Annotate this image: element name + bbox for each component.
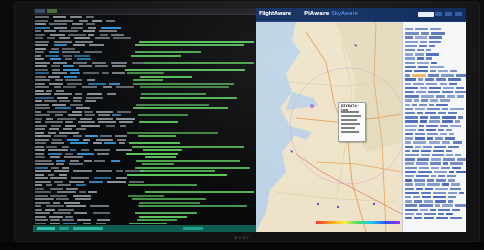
altitude-scale (316, 221, 400, 224)
aircraft-list-row[interactable] (405, 74, 466, 77)
aircraft-list-row[interactable] (405, 200, 465, 203)
flightaware-logo[interactable]: FlightAware (259, 11, 291, 17)
aircraft-list-row[interactable] (405, 162, 465, 165)
aircraft-list-row[interactable] (405, 99, 465, 102)
brand-sub: SkyAware (331, 11, 359, 17)
terminal-status-bar (33, 225, 256, 232)
terminal-tab[interactable] (35, 9, 45, 13)
aircraft-list-row[interactable] (405, 133, 465, 136)
aircraft-list-row[interactable] (405, 191, 465, 195)
aircraft-list-row[interactable] (405, 44, 465, 48)
brand-name: PiAware (304, 11, 330, 17)
monitor-brand-logo: acer (234, 235, 251, 241)
aircraft-list-row[interactable] (405, 204, 466, 207)
aircraft-list-row[interactable] (405, 91, 466, 94)
aircraft-list-row[interactable] (405, 82, 465, 86)
aircraft-list-row[interactable] (405, 53, 465, 56)
aircraft-list-row[interactable] (405, 137, 465, 140)
aircraft-list-row[interactable] (405, 154, 465, 157)
aircraft-list-row[interactable] (405, 175, 465, 178)
aircraft-list-row[interactable] (405, 120, 465, 123)
aircraft-list-row[interactable] (405, 61, 465, 65)
nav-button[interactable] (455, 12, 462, 16)
nav-button[interactable] (435, 12, 442, 16)
aircraft-list-row[interactable] (405, 116, 465, 119)
aircraft-list-row[interactable] (405, 217, 465, 220)
aircraft-list-row[interactable] (405, 107, 465, 111)
aircraft-list-row[interactable] (405, 170, 466, 174)
header-badge[interactable] (418, 12, 434, 17)
aircraft-list-row[interactable] (405, 86, 465, 90)
aircraft-list-row[interactable] (405, 40, 465, 44)
aircraft-list-row[interactable] (405, 36, 465, 39)
aircraft-list-row[interactable] (405, 78, 465, 81)
aircraft-list-row[interactable] (405, 158, 466, 161)
aircraft-popup[interactable]: EZY8474 - Low (338, 102, 366, 142)
aircraft-list-row[interactable] (405, 149, 465, 153)
aircraft-list-row[interactable] (405, 103, 465, 107)
desk-edge (0, 242, 484, 250)
aircraft-list-row[interactable] (405, 32, 465, 35)
terminal-tab[interactable] (47, 9, 57, 13)
flightaware-window[interactable]: FlightAware PiAware SkyAware EZY8474 - L… (256, 8, 466, 232)
aircraft-list-row[interactable] (405, 28, 465, 31)
header-nav (435, 12, 462, 16)
aircraft-list-row[interactable] (405, 183, 465, 186)
piaware-brand: PiAware SkyAware (304, 11, 358, 17)
monitor-screen: FlightAware PiAware SkyAware EZY8474 - L… (33, 8, 466, 232)
aircraft-list-row[interactable] (405, 208, 465, 212)
aircraft-list-row[interactable] (405, 49, 465, 52)
aircraft-list-row[interactable] (405, 212, 465, 216)
nav-button[interactable] (445, 12, 452, 16)
map-drawing (256, 22, 402, 232)
terminal-titlebar (33, 8, 256, 15)
flight-map[interactable]: EZY8474 - Low (256, 22, 402, 232)
aircraft-list-row[interactable] (405, 145, 465, 149)
aircraft-list-row[interactable] (405, 128, 465, 132)
aircraft-list-row[interactable] (405, 187, 465, 191)
aircraft-list-row[interactable] (405, 57, 465, 60)
aircraft-list-panel[interactable] (402, 22, 466, 232)
aircraft-list-row[interactable] (405, 112, 465, 115)
terminal-output (35, 16, 254, 224)
aircraft-list-row[interactable] (405, 124, 465, 128)
aircraft-list-row[interactable] (405, 196, 465, 199)
aircraft-list-row[interactable] (405, 95, 465, 98)
aircraft-list-row[interactable] (405, 65, 465, 69)
aircraft-list-row[interactable] (405, 166, 465, 170)
flightaware-header: FlightAware PiAware SkyAware (256, 8, 466, 22)
terminal-window[interactable] (33, 8, 256, 232)
aircraft-list-row[interactable] (405, 70, 465, 73)
terminal-line (35, 222, 254, 224)
aircraft-list-row[interactable] (405, 141, 465, 144)
aircraft-list-row[interactable] (405, 179, 465, 182)
